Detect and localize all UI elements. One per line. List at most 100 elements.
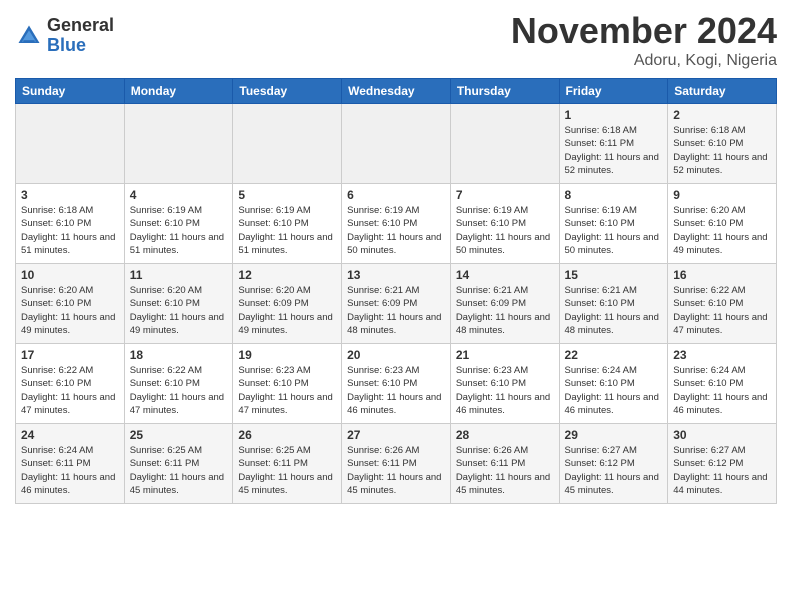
calendar-cell [233,104,342,184]
logo-icon [15,22,43,50]
calendar-cell: 22 Sunrise: 6:24 AMSunset: 6:10 PMDayligh… [559,344,668,424]
calendar-header-thursday: Thursday [450,79,559,104]
calendar-cell: 29 Sunrise: 6:27 AMSunset: 6:12 PMDayligh… [559,424,668,504]
calendar-cell: 21Sunrise: 6:23 AMSunset: 6:10 PMDayligh… [450,344,559,424]
cell-info: Sunrise: 6:21 AMSunset: 6:09 PMDaylight:… [347,284,445,337]
cell-info: Sunrise: 6:26 AMSunset: 6:11 PMDaylight:… [456,444,554,497]
calendar-cell: 12 Sunrise: 6:20 AMSunset: 6:09 PMDayligh… [233,264,342,344]
cell-info: Sunrise: 6:25 AMSunset: 6:11 PMDaylight:… [238,444,336,497]
calendar-cell: 26 Sunrise: 6:25 AMSunset: 6:11 PMDayligh… [233,424,342,504]
cell-info: Sunrise: 6:22 AMSunset: 6:10 PMDaylight:… [130,364,228,417]
cell-info: Sunrise: 6:26 AMSunset: 6:11 PMDaylight:… [347,444,445,497]
day-number: 5 [238,188,336,202]
calendar-header-friday: Friday [559,79,668,104]
day-number: 14 [456,268,554,282]
logo-area: General Blue [15,10,114,56]
calendar-cell: 30Sunrise: 6:27 AMSunset: 6:12 PMDayligh… [668,424,777,504]
day-number: 2 [673,108,771,122]
cell-info: Sunrise: 6:18 AMSunset: 6:10 PMDaylight:… [673,124,771,177]
calendar-header-wednesday: Wednesday [342,79,451,104]
cell-info: Sunrise: 6:27 AMSunset: 6:12 PMDaylight:… [673,444,771,497]
day-number: 12 [238,268,336,282]
cell-info: Sunrise: 6:19 AMSunset: 6:10 PMDaylight:… [347,204,445,257]
cell-info: Sunrise: 6:24 AMSunset: 6:10 PMDaylight:… [673,364,771,417]
calendar-header-tuesday: Tuesday [233,79,342,104]
calendar-cell: 24Sunrise: 6:24 AMSunset: 6:11 PMDayligh… [16,424,125,504]
calendar: SundayMondayTuesdayWednesdayThursdayFrid… [15,78,777,504]
cell-info: Sunrise: 6:22 AMSunset: 6:10 PMDaylight:… [673,284,771,337]
calendar-week-1: 1 Sunrise: 6:18 AMSunset: 6:11 PMDaylight… [16,104,777,184]
day-number: 28 [456,428,554,442]
cell-info: Sunrise: 6:20 AMSunset: 6:10 PMDaylight:… [673,204,771,257]
day-number: 20 [347,348,445,362]
calendar-cell: 19 Sunrise: 6:23 AMSunset: 6:10 PMDayligh… [233,344,342,424]
calendar-cell: 4 Sunrise: 6:19 AMSunset: 6:10 PMDaylight… [124,184,233,264]
logo-blue: Blue [47,36,114,56]
cell-info: Sunrise: 6:18 AMSunset: 6:11 PMDaylight:… [565,124,663,177]
calendar-cell: 18 Sunrise: 6:22 AMSunset: 6:10 PMDayligh… [124,344,233,424]
location: Adoru, Kogi, Nigeria [511,52,777,70]
day-number: 29 [565,428,663,442]
calendar-header-row: SundayMondayTuesdayWednesdayThursdayFrid… [16,79,777,104]
calendar-cell: 13Sunrise: 6:21 AMSunset: 6:09 PMDayligh… [342,264,451,344]
calendar-cell: 9 Sunrise: 6:20 AMSunset: 6:10 PMDaylight… [668,184,777,264]
day-number: 7 [456,188,554,202]
calendar-cell: 5Sunrise: 6:19 AMSunset: 6:10 PMDaylight… [233,184,342,264]
calendar-week-3: 10 Sunrise: 6:20 AMSunset: 6:10 PMDayligh… [16,264,777,344]
cell-info: Sunrise: 6:21 AMSunset: 6:10 PMDaylight:… [565,284,663,337]
calendar-week-4: 17Sunrise: 6:22 AMSunset: 6:10 PMDayligh… [16,344,777,424]
calendar-header-saturday: Saturday [668,79,777,104]
cell-info: Sunrise: 6:19 AMSunset: 6:10 PMDaylight:… [130,204,228,257]
cell-info: Sunrise: 6:24 AMSunset: 6:10 PMDaylight:… [565,364,663,417]
day-number: 1 [565,108,663,122]
calendar-cell: 2 Sunrise: 6:18 AMSunset: 6:10 PMDaylight… [668,104,777,184]
calendar-cell: 1 Sunrise: 6:18 AMSunset: 6:11 PMDaylight… [559,104,668,184]
calendar-cell: 28 Sunrise: 6:26 AMSunset: 6:11 PMDayligh… [450,424,559,504]
calendar-cell [342,104,451,184]
logo-general: General [47,16,114,36]
page: General Blue November 2024 Adoru, Kogi, … [0,0,792,519]
day-number: 26 [238,428,336,442]
day-number: 8 [565,188,663,202]
calendar-week-5: 24Sunrise: 6:24 AMSunset: 6:11 PMDayligh… [16,424,777,504]
cell-info: Sunrise: 6:25 AMSunset: 6:11 PMDaylight:… [130,444,228,497]
cell-info: Sunrise: 6:20 AMSunset: 6:09 PMDaylight:… [238,284,336,337]
calendar-cell [16,104,125,184]
cell-info: Sunrise: 6:22 AMSunset: 6:10 PMDaylight:… [21,364,119,417]
day-number: 9 [673,188,771,202]
logo-text: General Blue [47,16,114,56]
calendar-cell: 16 Sunrise: 6:22 AMSunset: 6:10 PMDayligh… [668,264,777,344]
day-number: 18 [130,348,228,362]
day-number: 11 [130,268,228,282]
calendar-cell: 11 Sunrise: 6:20 AMSunset: 6:10 PMDayligh… [124,264,233,344]
cell-info: Sunrise: 6:20 AMSunset: 6:10 PMDaylight:… [21,284,119,337]
day-number: 25 [130,428,228,442]
calendar-cell: 6Sunrise: 6:19 AMSunset: 6:10 PMDaylight… [342,184,451,264]
day-number: 15 [565,268,663,282]
day-number: 4 [130,188,228,202]
cell-info: Sunrise: 6:23 AMSunset: 6:10 PMDaylight:… [347,364,445,417]
cell-info: Sunrise: 6:24 AMSunset: 6:11 PMDaylight:… [21,444,119,497]
cell-info: Sunrise: 6:23 AMSunset: 6:10 PMDaylight:… [238,364,336,417]
month-title: November 2024 [511,10,777,52]
calendar-cell: 23Sunrise: 6:24 AMSunset: 6:10 PMDayligh… [668,344,777,424]
day-number: 19 [238,348,336,362]
day-number: 16 [673,268,771,282]
cell-info: Sunrise: 6:19 AMSunset: 6:10 PMDaylight:… [565,204,663,257]
calendar-cell: 27 Sunrise: 6:26 AMSunset: 6:11 PMDayligh… [342,424,451,504]
calendar-cell: 3Sunrise: 6:18 AMSunset: 6:10 PMDaylight… [16,184,125,264]
cell-info: Sunrise: 6:20 AMSunset: 6:10 PMDaylight:… [130,284,228,337]
cell-info: Sunrise: 6:18 AMSunset: 6:10 PMDaylight:… [21,204,119,257]
cell-info: Sunrise: 6:27 AMSunset: 6:12 PMDaylight:… [565,444,663,497]
cell-info: Sunrise: 6:19 AMSunset: 6:10 PMDaylight:… [456,204,554,257]
calendar-cell [124,104,233,184]
day-number: 22 [565,348,663,362]
calendar-cell: 15 Sunrise: 6:21 AMSunset: 6:10 PMDayligh… [559,264,668,344]
calendar-header-sunday: Sunday [16,79,125,104]
calendar-cell [450,104,559,184]
day-number: 10 [21,268,119,282]
cell-info: Sunrise: 6:21 AMSunset: 6:09 PMDaylight:… [456,284,554,337]
calendar-cell: 8 Sunrise: 6:19 AMSunset: 6:10 PMDaylight… [559,184,668,264]
day-number: 27 [347,428,445,442]
day-number: 21 [456,348,554,362]
